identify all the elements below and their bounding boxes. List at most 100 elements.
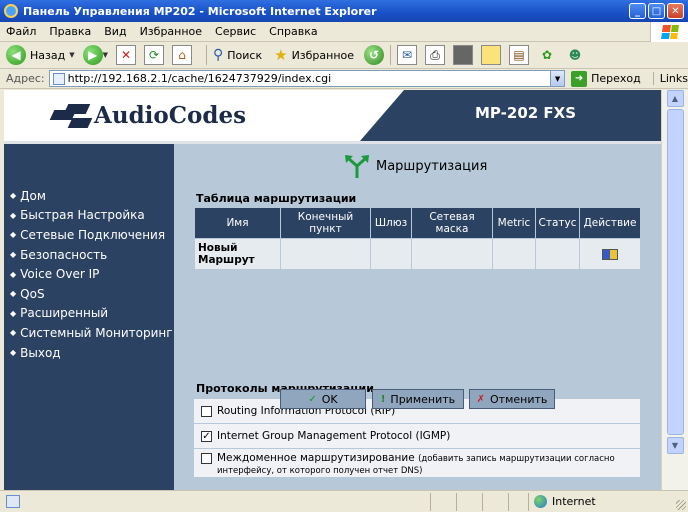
resize-grip-icon[interactable] (676, 500, 686, 510)
forward-dropdown-icon[interactable]: ▼ (103, 51, 108, 59)
address-dropdown-icon[interactable]: ▼ (550, 71, 565, 86)
discuss-icon[interactable] (481, 45, 502, 65)
page-title: Маршрутизация (376, 158, 488, 174)
menu-bar: Файл Правка Вид Избранное Сервис Справка (0, 22, 688, 42)
print-icon[interactable]: ⎙ (425, 45, 446, 65)
add-icon[interactable] (602, 248, 618, 260)
zone-label: Internet (552, 495, 596, 508)
routing-icon (345, 155, 369, 178)
sidebar-item-network-connections[interactable]: ◆ Сетевые Подключения (4, 225, 174, 245)
add-route-action[interactable] (579, 238, 641, 270)
address-input[interactable]: http://192.168.2.1/cache/1624737929/inde… (48, 70, 566, 87)
sidebar: ◆ Дом ◆ Быстрая Настройка ◆ Сетевые Подключ… (4, 144, 174, 490)
apply-button[interactable]: ! Применить (372, 389, 464, 409)
sidebar-item-voip[interactable]: ◆ Voice Over IP (4, 264, 174, 284)
table-row: Новый Маршрут (194, 238, 641, 270)
page-heading: Маршрутизация (344, 154, 487, 178)
sidebar-item-quick-setup[interactable]: ◆ Быстрая Настройка (4, 206, 174, 226)
address-url[interactable]: http://192.168.2.1/cache/1624737929/inde… (68, 72, 550, 85)
scroll-thumb[interactable] (666, 109, 684, 435)
status-bar: Internet (0, 490, 688, 512)
menu-file[interactable]: Файл (6, 25, 36, 38)
security-zone: Internet (534, 495, 596, 508)
rip-checkbox[interactable] (201, 405, 212, 417)
protocol-domain-routing-row: Междоменное маршрутизирование (добавить … (194, 449, 640, 478)
bullet-icon: ◆ (10, 250, 17, 260)
page-icon (52, 72, 65, 85)
address-label: Адрес: (6, 72, 45, 85)
windows-logo-icon (650, 22, 688, 42)
new-route-link[interactable]: Новый Маршрут (194, 238, 281, 270)
favorites-button[interactable]: Избранное (292, 49, 354, 62)
column-name: Имя (194, 207, 281, 239)
research-icon[interactable]: ▤ (509, 45, 530, 65)
logo[interactable]: AudioCodes (4, 90, 404, 141)
cross-icon: ✗ (476, 393, 485, 405)
sidebar-item-qos[interactable]: ◆ QoS (4, 284, 174, 304)
go-button[interactable]: ➜ Переход (571, 70, 641, 87)
search-button[interactable]: Поиск (227, 49, 262, 62)
scroll-up-icon[interactable]: ▲ (666, 90, 684, 107)
mail-icon[interactable]: ✉ (397, 45, 418, 65)
menu-favorites[interactable]: Избранное (140, 25, 202, 38)
search-icon[interactable]: ⚲ (213, 47, 223, 63)
refresh-icon[interactable]: ⟳ (144, 45, 164, 65)
favorites-star-icon[interactable]: ★ (274, 46, 287, 64)
sidebar-item-advanced[interactable]: ◆ Расширенный (4, 304, 174, 324)
scroll-down-icon[interactable]: ▼ (666, 437, 684, 454)
page-status-icon (6, 495, 20, 508)
domain-routing-checkbox[interactable] (201, 453, 212, 464)
go-label: Переход (591, 72, 641, 85)
cancel-button[interactable]: ✗ Отменить (469, 389, 555, 409)
column-destination: Конечный пункт (280, 207, 371, 239)
internet-globe-icon (534, 495, 547, 508)
column-metric: Metric (492, 207, 536, 239)
bullet-icon: ◆ (10, 269, 17, 279)
bullet-icon: ◆ (10, 289, 17, 299)
igmp-label: Internet Group Management Protocol (IGMP… (217, 430, 451, 442)
address-bar: Адрес: http://192.168.2.1/cache/16247379… (0, 69, 688, 89)
window-title: Панель Управления МР202 - Microsoft Inte… (23, 4, 377, 18)
messenger-icon[interactable]: ☻ (565, 45, 585, 65)
edit-icon[interactable] (453, 45, 474, 65)
routing-table-title: Таблица маршрутизации (196, 192, 357, 205)
stop-icon[interactable]: ✕ (116, 45, 136, 65)
logo-text: AudioCodes (94, 102, 247, 129)
minimize-button[interactable]: _ (629, 3, 646, 19)
flower-icon[interactable]: ✿ (537, 45, 557, 65)
site-header: AudioCodes MP-202 FXS (4, 90, 661, 141)
close-button[interactable]: ✕ (667, 3, 684, 19)
sidebar-item-system-monitoring[interactable]: ◆ Системный Мониторинг (4, 323, 174, 343)
sidebar-item-security[interactable]: ◆ Безопасность (4, 245, 174, 265)
toolbar: ◀ Назад ▼ ▶ ▼ ✕ ⟳ ⌂ ⚲ Поиск ★ Избранное … (0, 42, 688, 69)
maximize-button[interactable]: □ (648, 3, 665, 19)
go-arrow-icon: ➜ (571, 70, 588, 87)
bullet-icon: ◆ (10, 210, 17, 220)
links-button[interactable]: Links (652, 72, 688, 85)
bullet-icon: ◆ (10, 348, 17, 358)
menu-edit[interactable]: Правка (49, 25, 91, 38)
bullet-icon: ◆ (10, 191, 17, 201)
device-model: MP-202 FXS (475, 104, 577, 122)
back-button[interactable]: Назад (30, 49, 65, 62)
home-icon[interactable]: ⌂ (172, 45, 192, 65)
sidebar-item-logout[interactable]: ◆ Выход (4, 343, 174, 363)
check-icon: ✓ (308, 393, 317, 405)
igmp-checkbox[interactable]: ✓ (201, 430, 212, 442)
main-content: Маршрутизация Таблица маршрутизации Имя … (174, 144, 661, 490)
back-arrow-icon[interactable]: ◀ (6, 45, 26, 65)
menu-help[interactable]: Справка (269, 25, 317, 38)
sidebar-item-home[interactable]: ◆ Дом (4, 186, 174, 206)
column-action: Действие (579, 207, 641, 239)
history-icon[interactable]: ↺ (364, 45, 385, 65)
menu-view[interactable]: Вид (104, 25, 126, 38)
menu-tools[interactable]: Сервис (215, 25, 256, 38)
bullet-icon: ◆ (10, 308, 17, 318)
vertical-scrollbar[interactable]: ▲ ▼ (661, 90, 688, 490)
ok-button[interactable]: ✓ OK (280, 389, 366, 409)
forward-arrow-icon[interactable]: ▶ (82, 45, 103, 65)
domain-routing-label: Междоменное маршрутизирование (добавить … (217, 452, 615, 476)
bullet-icon: ◆ (10, 328, 17, 338)
back-dropdown-icon[interactable]: ▼ (69, 51, 74, 59)
audiocodes-logo-icon (49, 100, 93, 132)
